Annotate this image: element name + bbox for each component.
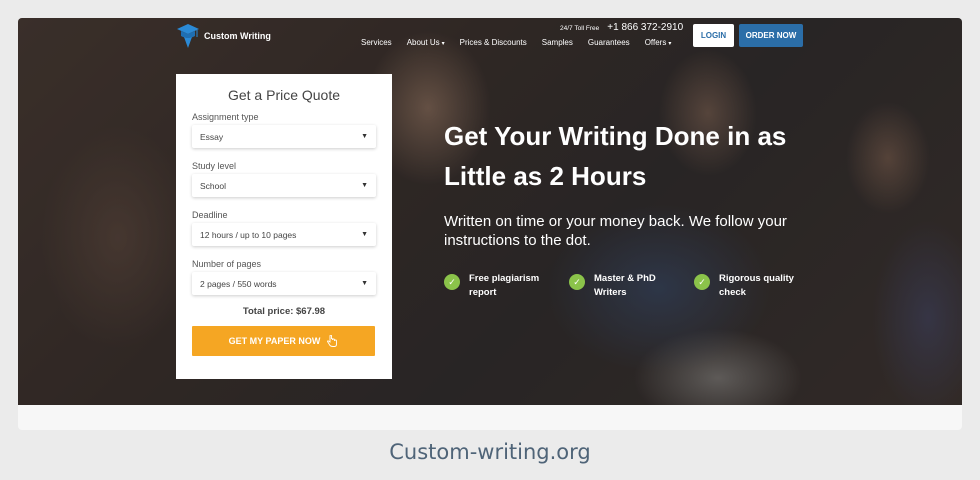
pages-select[interactable]: 2 pages / 550 words ▼ [192, 272, 376, 295]
caret-down-icon: ▼ [361, 182, 368, 189]
feature-quality: ✓ Rigorous quality check [694, 272, 804, 300]
caret-down-icon: ▼ [361, 133, 368, 140]
hand-pointer-icon [327, 335, 338, 347]
feature-writers: ✓ Master & PhD Writers [569, 272, 679, 300]
hero-subhead: Written on time or your money back. We f… [444, 213, 787, 249]
price-quote-form: Get a Price Quote Assignment type Essay … [176, 74, 392, 379]
hero-headline: Get Your Writing Done in as Little as 2 … [444, 121, 787, 191]
quote-title: Get a Price Quote [227, 87, 341, 103]
nav-offers[interactable]: Offers ▾ [645, 38, 672, 47]
feature-quality-label: Rigorous quality check [719, 273, 794, 298]
order-now-button[interactable]: ORDER NOW [739, 24, 803, 47]
main-nav: Services About Us ▾ Prices & Discounts Sa… [361, 38, 671, 47]
deadline-label: Deadline [192, 210, 228, 220]
nav-about-label: About Us [406, 38, 440, 47]
check-icon: ✓ [444, 274, 460, 290]
tollfree-label: 24/7 Toll Free [560, 25, 600, 32]
nav-offers-label: Offers [644, 38, 667, 47]
check-icon: ✓ [694, 274, 710, 290]
nav-guarantees[interactable]: Guarantees [588, 38, 630, 47]
assignment-type-value: Essay [200, 131, 224, 142]
nav-services[interactable]: Services [361, 38, 392, 47]
check-icon: ✓ [569, 274, 585, 290]
website-frame: Custom Writing 24/7 Toll Free +1 866 372… [18, 18, 962, 430]
nav-prices[interactable]: Prices & Discounts [460, 38, 527, 47]
pages-value: 2 pages / 550 words [200, 278, 277, 289]
feature-writers-label: Master & PhD Writers [594, 273, 656, 298]
caret-down-icon: ▼ [361, 231, 368, 238]
logo-text: Custom Writing [204, 31, 271, 41]
study-level-select[interactable]: School ▼ [192, 174, 376, 197]
total-price: Total price: $67.98 [242, 306, 326, 317]
study-level-label: Study level [192, 161, 237, 171]
logo[interactable]: Custom Writing [176, 22, 271, 50]
site-caption: Custom-writing.org [389, 440, 591, 464]
pages-label: Number of pages [192, 259, 262, 269]
caret-down-icon: ▼ [361, 280, 368, 287]
get-paper-button[interactable]: GET MY PAPER NOW [192, 326, 375, 356]
caret-down-icon: ▾ [668, 41, 672, 47]
assignment-type-select[interactable]: Essay ▼ [192, 125, 376, 148]
get-paper-label: GET MY PAPER NOW [228, 336, 321, 346]
caret-down-icon: ▾ [441, 41, 445, 47]
assignment-type-label: Assignment type [192, 112, 259, 122]
contact-row: 24/7 Toll Free +1 866 372-2910 [560, 22, 683, 33]
feature-plagiarism: ✓ Free plagiarism report [444, 272, 554, 300]
deadline-select[interactable]: 12 hours / up to 10 pages ▼ [192, 223, 376, 246]
phone-number[interactable]: +1 866 372-2910 [607, 22, 683, 33]
study-level-value: School [200, 180, 226, 191]
graduation-cap-icon [177, 24, 199, 48]
nav-samples[interactable]: Samples [542, 38, 573, 47]
login-button[interactable]: LOGIN [693, 24, 734, 47]
deadline-value: 12 hours / up to 10 pages [200, 229, 297, 240]
nav-about[interactable]: About Us ▾ [407, 38, 445, 47]
feature-plagiarism-label: Free plagiarism report [469, 273, 540, 298]
